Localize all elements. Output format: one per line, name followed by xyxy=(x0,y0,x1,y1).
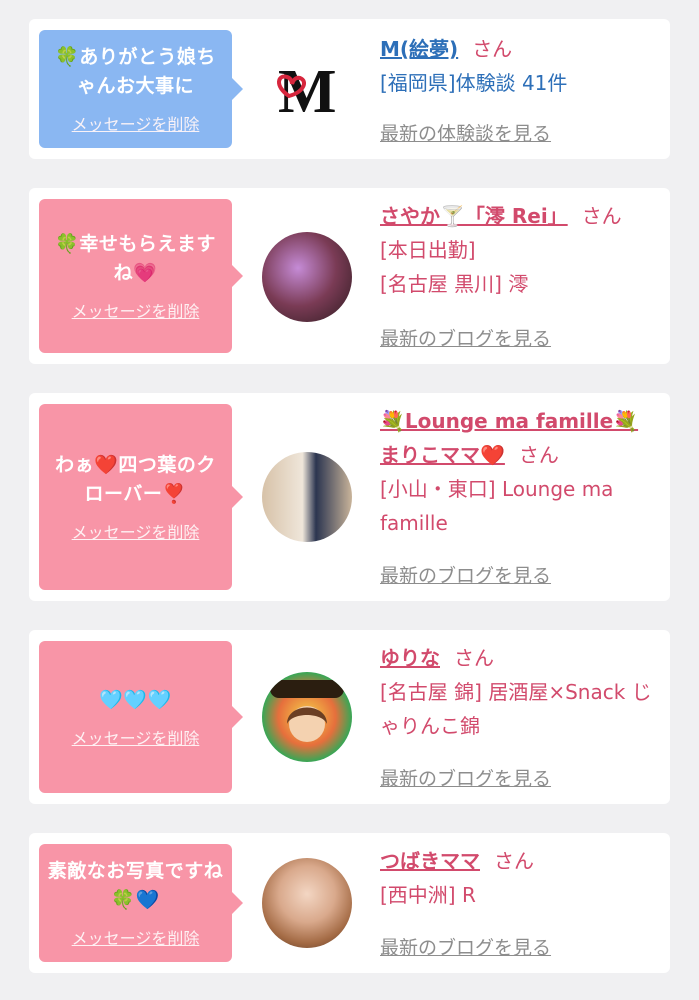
info-line: [小山・東口] Lounge ma famille xyxy=(380,477,614,535)
yurina-badge-icon xyxy=(270,680,344,742)
user-name-link[interactable]: 💐Lounge ma famille💐 xyxy=(380,409,638,433)
delete-message-link[interactable]: メッセージを削除 xyxy=(72,519,200,543)
message-card: わぁ❤️四つ葉のクローバー❣️ メッセージを削除 💐Lounge ma fami… xyxy=(29,393,670,601)
message-bubble: 🩵🩵🩵 メッセージを削除 xyxy=(39,641,243,793)
user-info: M(絵夢) さん [福岡県]体験談 41件 xyxy=(380,32,662,100)
info-line: [名古屋 錦] 居酒屋×Snack じゃりんこ錦 xyxy=(380,680,652,738)
honorific: さん xyxy=(581,204,622,228)
info-line: [西中洲] R xyxy=(380,883,476,907)
message-card: 🍀ありがとう娘ちゃんお大事に メッセージを削除 M M(絵夢) さん [福岡県]体… xyxy=(29,19,670,159)
message-text: 🩵🩵🩵 xyxy=(99,688,172,711)
honorific: さん xyxy=(454,646,494,670)
avatar[interactable] xyxy=(262,672,352,762)
message-text: 素敵なお写真ですね🍀💙 xyxy=(47,860,224,911)
message-card: 🍀幸せもらえますね💗 メッセージを削除 さやか🍸「澪 Rei」 さん [本日出勤]… xyxy=(29,188,670,364)
user-info: 💐Lounge ma famille💐 まりこママ❤️ さん [小山・東口] Lo… xyxy=(380,404,662,540)
view-latest-link[interactable]: 最新のブログを見る xyxy=(380,933,551,960)
user-name-link[interactable]: さやか🍸「澪 Rei」 xyxy=(380,204,568,228)
message-card: 素敵なお写真ですね🍀💙 メッセージを削除 つばきママ さん [西中洲] R 最新の… xyxy=(29,833,670,973)
user-name-link[interactable]: M(絵夢) xyxy=(380,37,458,61)
view-latest-link[interactable]: 最新のブログを見る xyxy=(380,561,551,588)
user-name-link[interactable]: つばきママ xyxy=(380,849,480,873)
view-latest-link[interactable]: 最新のブログを見る xyxy=(380,764,551,791)
honorific: さん xyxy=(518,443,559,467)
delete-message-link[interactable]: メッセージを削除 xyxy=(72,725,200,749)
honorific: さん xyxy=(494,849,534,873)
user-name-link-2[interactable]: まりこママ❤️ xyxy=(380,443,505,467)
user-info: ゆりな さん [名古屋 錦] 居酒屋×Snack じゃりんこ錦 xyxy=(380,641,662,743)
m-logo-icon: M xyxy=(277,58,337,126)
message-bubble: 🍀幸せもらえますね💗 メッセージを削除 xyxy=(39,199,243,353)
avatar[interactable] xyxy=(262,452,352,542)
delete-message-link[interactable]: メッセージを削除 xyxy=(72,925,200,949)
avatar-logo[interactable]: M xyxy=(262,44,352,134)
avatar[interactable] xyxy=(262,858,352,948)
message-bubble: 🍀ありがとう娘ちゃんお大事に メッセージを削除 xyxy=(39,30,243,148)
message-bubble: わぁ❤️四つ葉のクローバー❣️ メッセージを削除 xyxy=(39,404,243,590)
view-latest-link[interactable]: 最新のブログを見る xyxy=(380,324,551,351)
info-line: [本日出勤] xyxy=(380,238,476,262)
message-text: 🍀ありがとう娘ちゃんお大事に xyxy=(55,46,216,97)
message-text: わぁ❤️四つ葉のクローバー❣️ xyxy=(55,454,216,505)
delete-message-link[interactable]: メッセージを削除 xyxy=(72,298,200,322)
message-text: 🍀幸せもらえますね💗 xyxy=(55,233,216,284)
user-info: さやか🍸「澪 Rei」 さん [本日出勤] [名古屋 黒川] 澪 xyxy=(380,199,662,301)
view-latest-link[interactable]: 最新の体験談を見る xyxy=(380,119,551,146)
user-info: つばきママ さん [西中洲] R xyxy=(380,844,662,912)
info-line: [福岡県]体験談 41件 xyxy=(380,71,568,95)
info-line: [名古屋 黒川] 澪 xyxy=(380,272,529,296)
user-name-link[interactable]: ゆりな xyxy=(380,646,440,670)
message-card: 🩵🩵🩵 メッセージを削除 ゆりな さん [名古屋 錦] 居酒屋×Snack じゃり… xyxy=(29,630,670,804)
avatar[interactable] xyxy=(262,232,352,322)
message-bubble: 素敵なお写真ですね🍀💙 メッセージを削除 xyxy=(39,844,243,962)
delete-message-link[interactable]: メッセージを削除 xyxy=(72,111,200,135)
honorific: さん xyxy=(472,37,513,61)
